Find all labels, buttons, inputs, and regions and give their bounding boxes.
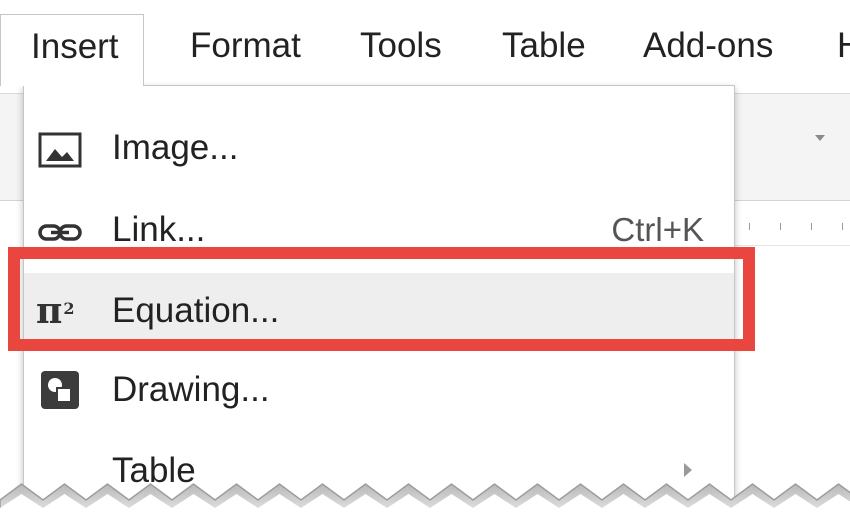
- equation-icon: π2: [36, 290, 75, 332]
- menu-insert[interactable]: Insert: [0, 14, 144, 86]
- menu-bar: Insert Format Tools Table Add-ons H: [0, 0, 850, 86]
- keyboard-shortcut: Ctrl+K: [611, 211, 704, 248]
- image-icon: [38, 132, 82, 168]
- link-icon: [38, 224, 82, 241]
- ruler: [735, 207, 850, 246]
- insert-dropdown-menu: Image... Link... Ctrl+K π2 Equation... D…: [23, 85, 735, 507]
- menu-help[interactable]: H: [837, 20, 850, 72]
- menu-item-label: Drawing...: [112, 370, 270, 409]
- menu-item-link[interactable]: Link... Ctrl+K: [24, 192, 734, 270]
- menu-item-equation[interactable]: π2 Equation...: [24, 273, 734, 351]
- menu-item-label: Link...: [112, 210, 206, 249]
- menu-tools[interactable]: Tools: [360, 20, 442, 72]
- menu-add-ons[interactable]: Add-ons: [643, 20, 773, 72]
- torn-edge-decoration: [0, 483, 850, 515]
- ruler-tick: [842, 223, 843, 230]
- submenu-arrow-icon: [684, 463, 692, 477]
- ruler-tick: [811, 223, 812, 230]
- ruler-tick: [749, 223, 750, 230]
- menu-item-label: Equation...: [112, 291, 280, 330]
- menu-item-label: Image...: [112, 128, 239, 167]
- menu-item-drawing[interactable]: Drawing...: [24, 352, 734, 430]
- menu-item-image[interactable]: Image...: [24, 110, 734, 188]
- toolbar-dropdown-arrow-icon[interactable]: [815, 135, 825, 141]
- menu-table[interactable]: Table: [502, 20, 586, 72]
- menu-format[interactable]: Format: [190, 20, 301, 72]
- drawing-icon: [41, 371, 79, 409]
- ruler-tick: [780, 223, 781, 230]
